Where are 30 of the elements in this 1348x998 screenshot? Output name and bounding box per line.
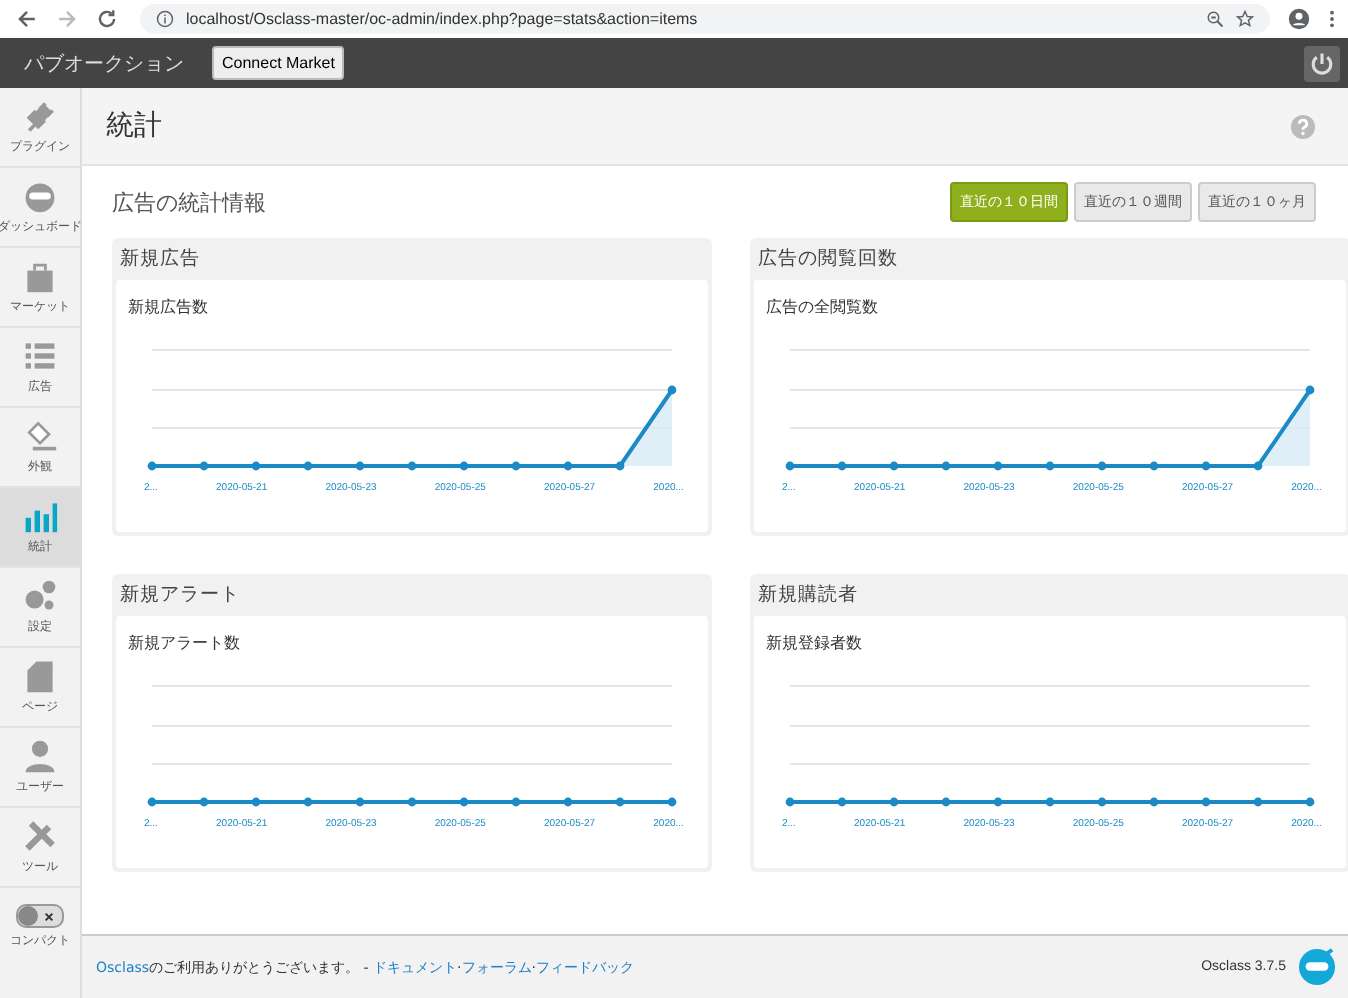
chart-title: 新規広告数 [128, 296, 210, 318]
connect-market-button[interactable]: Connect Market [212, 46, 345, 80]
chart-title: 広告の全閲覧数 [766, 296, 880, 318]
bar-chart-icon [22, 498, 58, 534]
compact-toggle[interactable] [16, 904, 64, 928]
section-title: 広告の統計情報 [112, 187, 266, 217]
mask-logo-icon [1298, 948, 1336, 986]
chart-title: 新規アラート数 [128, 632, 242, 654]
zoom-icon[interactable] [1206, 10, 1224, 28]
bag-icon [22, 258, 58, 294]
card-title: 新規購読者 [758, 582, 858, 608]
more-icon[interactable] [1328, 8, 1336, 30]
reload-icon[interactable] [96, 8, 118, 30]
power-button[interactable] [1304, 45, 1340, 81]
back-icon[interactable] [16, 8, 38, 30]
x-icon [44, 911, 54, 921]
list-icon [22, 338, 58, 374]
plug-icon [22, 98, 58, 134]
card-title: 広告の閲覧回数 [758, 246, 898, 272]
site-title[interactable]: パブオークション [24, 49, 184, 77]
info-icon [156, 10, 174, 28]
chart-title: 新規登録者数 [766, 632, 864, 654]
user-icon [22, 738, 58, 774]
account-icon[interactable] [1288, 8, 1310, 30]
card-title: 新規広告 [120, 246, 200, 272]
star-icon[interactable] [1236, 10, 1254, 28]
address-bar[interactable]: localhost/Osclass-master/oc-admin/index.php?page=stats&action=items [140, 4, 1270, 34]
page-title: 統計 [106, 108, 162, 144]
page-icon [22, 658, 58, 694]
card-title: 新規アラート [120, 582, 240, 608]
